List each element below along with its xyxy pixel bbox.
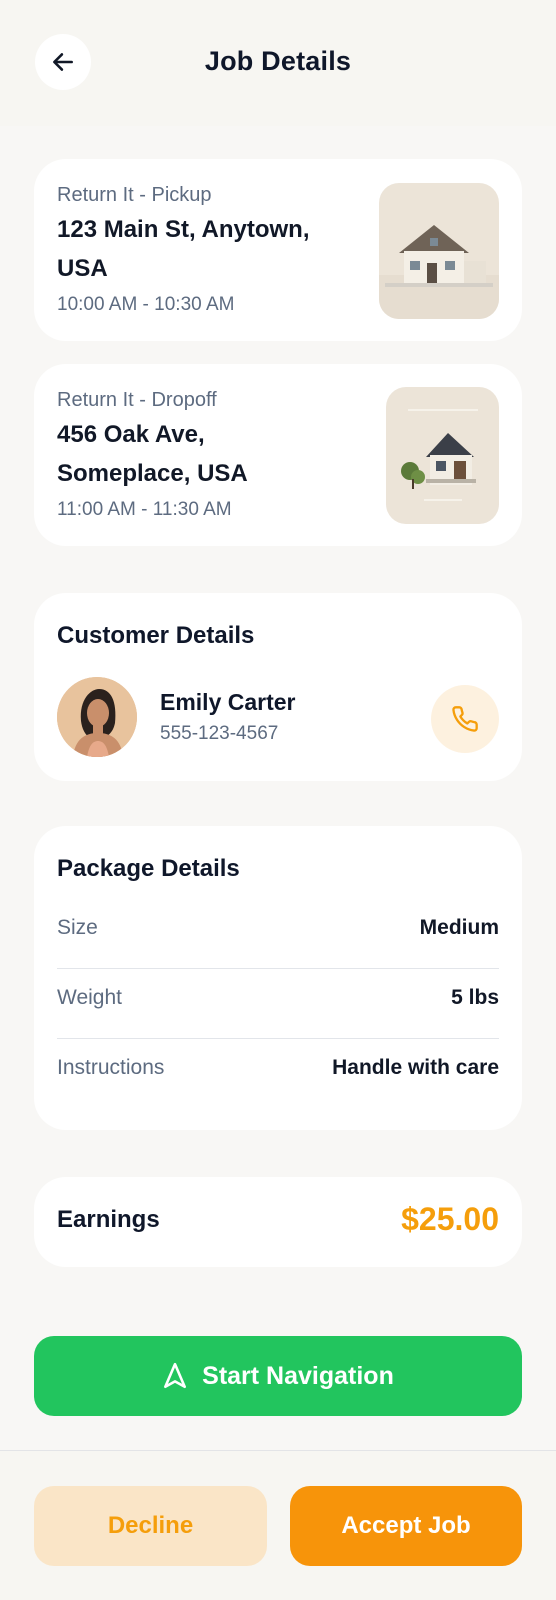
earnings-card: Earnings $25.00: [34, 1177, 522, 1267]
package-size-label: Size: [57, 916, 98, 939]
pickup-label: Return It - Pickup: [57, 184, 212, 206]
dropoff-time: 11:00 AM - 11:30 AM: [57, 499, 232, 520]
footer-actions: Decline Accept Job: [0, 1450, 556, 1600]
start-navigation-label: Start Navigation: [202, 1361, 394, 1390]
customer-avatar: [57, 677, 137, 757]
pickup-house-image: [379, 183, 499, 319]
package-size-value: Medium: [419, 916, 499, 939]
package-instructions-value: Handle with care: [332, 1056, 499, 1079]
package-card: Package Details Size Medium Weight 5 lbs…: [34, 826, 522, 1130]
customer-card: Customer Details Emily Carter 555-123-45…: [34, 593, 522, 781]
package-row-instructions: Instructions Handle with care: [57, 1034, 499, 1104]
package-section-title: Package Details: [57, 855, 240, 882]
dropoff-label: Return It - Dropoff: [57, 389, 217, 411]
page-title: Job Details: [204, 46, 352, 76]
package-weight-label: Weight: [57, 986, 122, 1009]
header-bar: Job Details: [0, 0, 556, 126]
customer-section-title: Customer Details: [57, 622, 255, 649]
pickup-time: 10:00 AM - 10:30 AM: [57, 294, 235, 315]
earnings-label: Earnings: [57, 1206, 160, 1233]
pickup-card[interactable]: Return It - Pickup 123 Main St, Anytown,…: [34, 159, 522, 341]
customer-name: Emily Carter: [160, 689, 296, 715]
decline-button[interactable]: Decline: [34, 1486, 267, 1566]
navigation-arrow-icon: [164, 1362, 187, 1389]
dropoff-card[interactable]: Return It - Dropoff 456 Oak Ave, Somepla…: [34, 364, 522, 546]
package-row-weight: Weight 5 lbs: [57, 964, 499, 1034]
phone-icon: [452, 706, 478, 732]
call-customer-button[interactable]: [431, 685, 499, 753]
pickup-address-line1: 123 Main St, Anytown,: [57, 216, 310, 243]
dropoff-address-line1: 456 Oak Ave,: [57, 421, 205, 448]
start-navigation-button[interactable]: Start Navigation: [34, 1336, 522, 1416]
dropoff-address-line2: Someplace, USA: [57, 460, 248, 487]
customer-phone: 555-123-4567: [160, 723, 279, 744]
dropoff-house-image: [386, 387, 499, 524]
accept-job-button[interactable]: Accept Job: [290, 1486, 522, 1566]
package-instructions-label: Instructions: [57, 1056, 165, 1079]
package-weight-value: 5 lbs: [451, 986, 499, 1009]
package-row-size: Size Medium: [57, 894, 499, 964]
earnings-value: $25.00: [401, 1201, 499, 1237]
pickup-address-line2: USA: [57, 255, 108, 282]
